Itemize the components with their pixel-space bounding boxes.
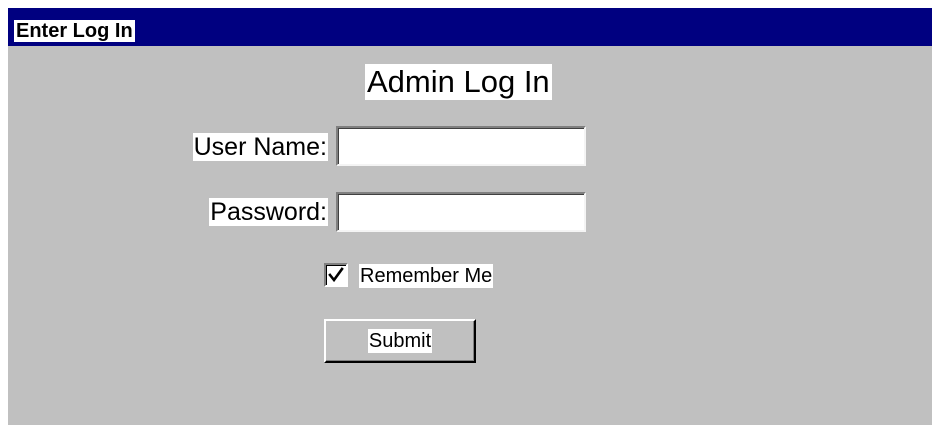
remember-me-checkbox[interactable] [324, 263, 348, 287]
page-title: Admin Log In [365, 64, 552, 100]
username-label: User Name: [192, 133, 328, 161]
submit-button-label: Submit [367, 329, 433, 353]
username-input[interactable] [336, 126, 586, 166]
remember-me-label: Remember Me [359, 264, 494, 288]
password-label: Password: [209, 198, 328, 226]
login-window: Enter Log In Admin Log In User Name: Pas… [8, 8, 932, 425]
password-input[interactable] [336, 192, 586, 232]
window-title: Enter Log In [14, 20, 135, 42]
checkmark-icon [328, 267, 344, 283]
title-bar: Enter Log In [8, 8, 932, 46]
submit-button[interactable]: Submit [324, 319, 476, 363]
